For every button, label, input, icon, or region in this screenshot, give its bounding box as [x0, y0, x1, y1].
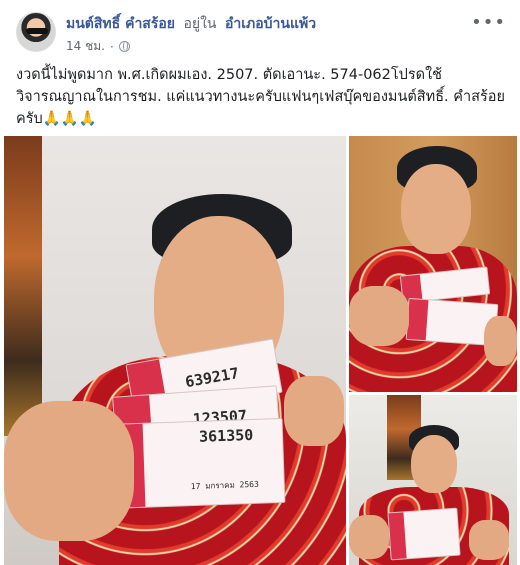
- dot-separator: ·: [109, 39, 114, 54]
- left-hand: [349, 286, 409, 346]
- ticket-number: 639217: [183, 364, 241, 392]
- photo-top-right[interactable]: [349, 136, 517, 392]
- post-header: มนต์สิทธิ์ คำสร้อย อยู่ใน อำเภอบ้านแพ้ว …: [0, 0, 520, 62]
- face: [411, 435, 457, 493]
- left-hand: [4, 401, 134, 541]
- post-body-text: งวดนี้ไม่พูดมาก พ.ศ.เกิดผมเอง. 2507. ตัด…: [16, 67, 505, 127]
- photo-grid: 639217 123507 361350 17 มกราคม 2563: [0, 136, 520, 565]
- facebook-post: มนต์สิทธิ์ คำสร้อย อยู่ใน อำเภอบ้านแพ้ว …: [0, 0, 520, 565]
- more-options-icon[interactable]: •••: [471, 12, 506, 33]
- left-hand: [349, 515, 389, 559]
- post-meta: 14 ชม. ·: [66, 37, 130, 56]
- ticket-date: 17 มกราคม 2563: [190, 479, 259, 492]
- right-hand: [484, 316, 517, 366]
- post-timestamp[interactable]: 14 ชม.: [66, 37, 105, 56]
- lottery-ticket: [387, 507, 461, 561]
- face: [401, 164, 471, 254]
- avatar-sunglasses: [26, 28, 48, 34]
- right-hand: [469, 520, 509, 560]
- author-name[interactable]: มนต์สิทธิ์ คำสร้อย: [66, 16, 175, 32]
- wall-painting: [4, 136, 42, 436]
- ticket-number: 361350: [198, 425, 254, 446]
- author-avatar[interactable]: [16, 12, 56, 52]
- location-link[interactable]: อำเภอบ้านแพ้ว: [225, 16, 316, 32]
- location-prefix: อยู่ใน: [183, 16, 217, 32]
- photo-main[interactable]: 639217 123507 361350 17 มกราคม 2563: [4, 136, 346, 565]
- globe-icon[interactable]: [118, 41, 130, 52]
- right-hand: [284, 376, 344, 446]
- photo-bottom-right[interactable]: [349, 395, 517, 565]
- header-line: มนต์สิทธิ์ คำสร้อย อยู่ใน อำเภอบ้านแพ้ว: [66, 13, 316, 35]
